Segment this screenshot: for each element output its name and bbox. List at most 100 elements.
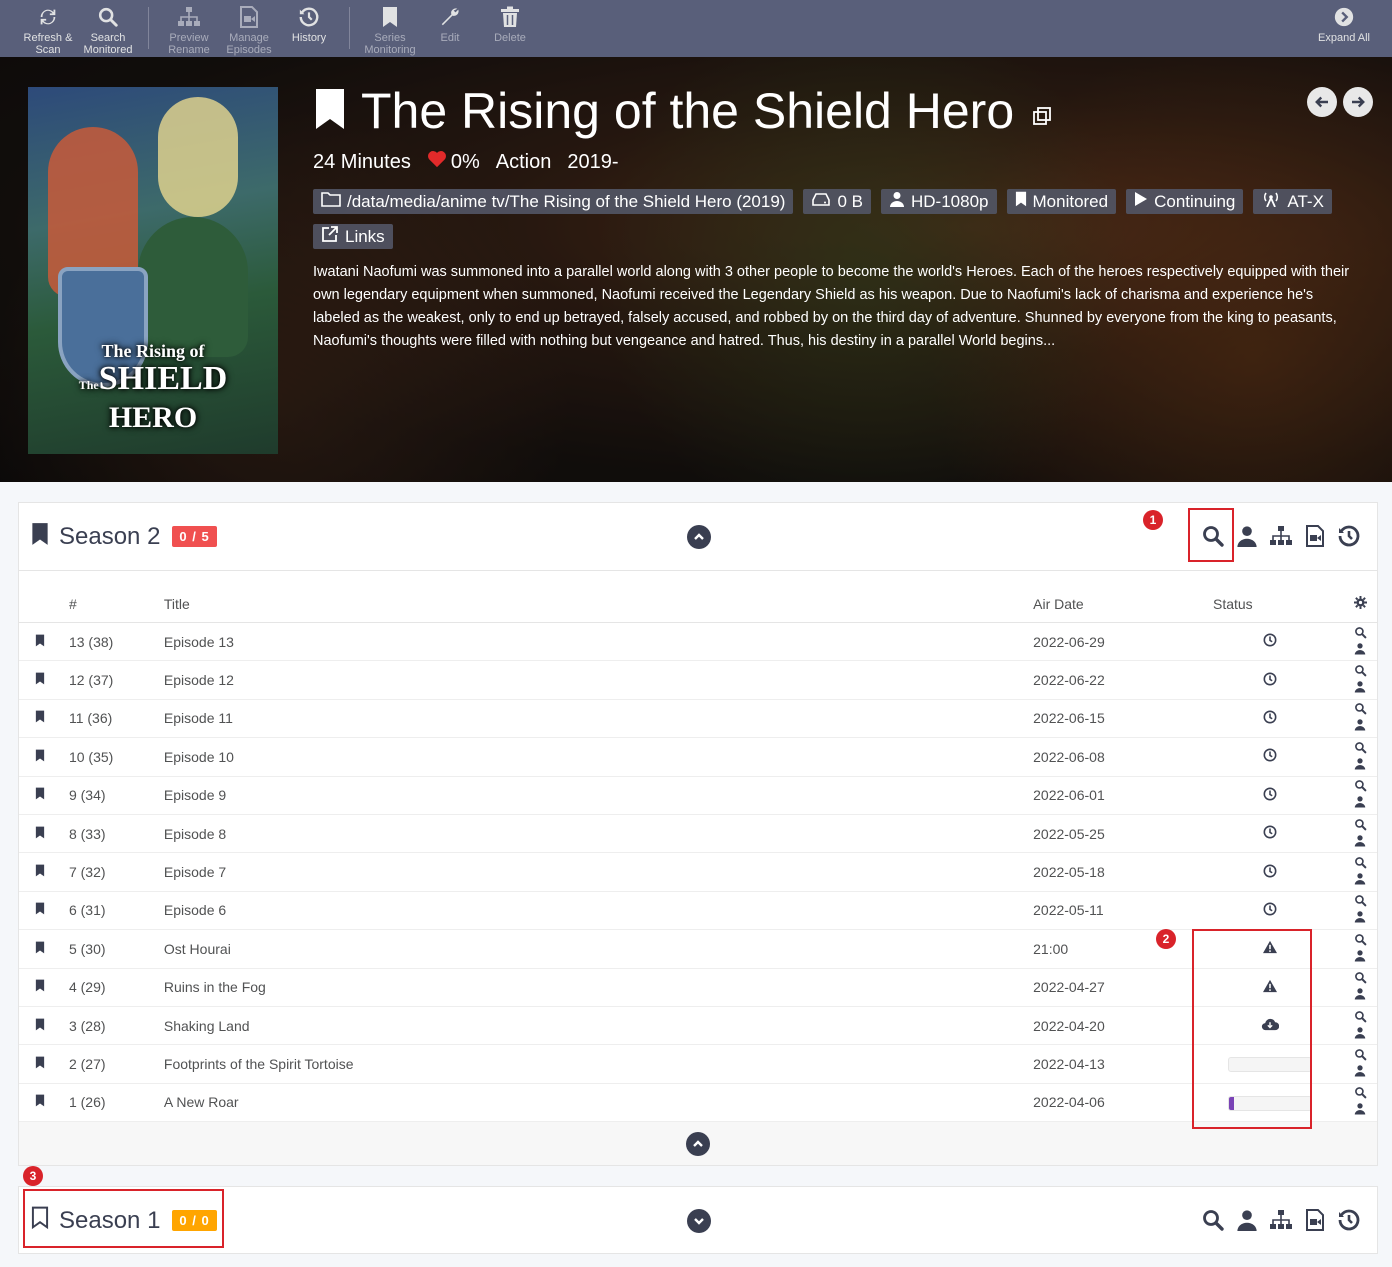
column-header-air-date[interactable]: Air Date	[1033, 570, 1213, 623]
episode-manual-search-user-icon[interactable]	[1354, 987, 1366, 1003]
episode-monitored-cell	[19, 622, 67, 662]
episode-search-icon[interactable]	[1354, 971, 1367, 987]
episode-monitored-bookmark-icon[interactable]	[35, 864, 45, 880]
episode-manual-search-user-icon[interactable]	[1354, 1102, 1366, 1118]
episode-actions	[1328, 1083, 1377, 1123]
column-header-title[interactable]: Title	[163, 570, 1034, 623]
episode-monitored-bookmark-icon[interactable]	[35, 979, 45, 995]
episode-search-icon[interactable]	[1354, 894, 1367, 910]
manage-episodes-button[interactable]: Manage Episodes	[219, 0, 279, 57]
episode-title[interactable]: Episode 9	[163, 776, 1034, 815]
episode-manual-search-user-icon[interactable]	[1354, 872, 1366, 888]
episode-search-icon[interactable]	[1354, 856, 1367, 872]
preview-rename-sitemap-icon[interactable]	[1269, 521, 1293, 551]
manual-search-user-icon[interactable]	[1235, 1205, 1259, 1235]
collapse-season-2-footer-button[interactable]	[686, 1131, 710, 1156]
previous-series-icon[interactable]	[1307, 87, 1337, 117]
episode-manual-search-user-icon[interactable]	[1354, 910, 1366, 926]
episode-actions	[1328, 852, 1377, 892]
delete-button[interactable]: Delete	[480, 0, 540, 57]
episode-manual-search-user-icon[interactable]	[1354, 1026, 1366, 1042]
episode-title[interactable]: Ost Hourai	[163, 929, 1034, 969]
episode-monitored-bookmark-icon[interactable]	[35, 672, 45, 688]
episode-search-icon[interactable]	[1354, 1048, 1367, 1064]
column-header-status[interactable]: Status	[1212, 570, 1328, 623]
episode-monitored-bookmark-icon[interactable]	[35, 1018, 45, 1034]
episode-search-icon[interactable]	[1354, 741, 1367, 757]
episode-manual-search-user-icon[interactable]	[1354, 680, 1366, 696]
manage-episodes-file-icon[interactable]	[1303, 521, 1327, 551]
episode-search-icon[interactable]	[1354, 1010, 1367, 1026]
episode-manual-search-user-icon[interactable]	[1354, 642, 1366, 658]
episode-air-date: 2022-05-18	[1033, 852, 1213, 892]
preview-rename-label: Preview Rename	[168, 32, 210, 56]
episode-search-icon[interactable]	[1354, 933, 1367, 949]
history-icon	[298, 4, 320, 30]
episode-manual-search-user-icon[interactable]	[1354, 949, 1366, 965]
monitored-bookmark-icon[interactable]	[313, 87, 347, 136]
episode-title[interactable]: Episode 6	[163, 891, 1034, 931]
episode-search-icon[interactable]	[1354, 779, 1367, 795]
genre: Action	[495, 150, 552, 173]
next-series-icon[interactable]	[1343, 87, 1373, 117]
episode-title[interactable]: A New Roar	[163, 1083, 1034, 1123]
episode-monitored-bookmark-icon[interactable]	[35, 1094, 45, 1110]
copy-icon[interactable]	[1032, 106, 1052, 131]
episode-manual-search-user-icon[interactable]	[1354, 1064, 1366, 1080]
episode-title[interactable]: Episode 11	[163, 699, 1034, 739]
expand-season-1-button[interactable]	[687, 1209, 711, 1233]
toolbar-separator	[349, 7, 350, 49]
user-icon	[889, 191, 905, 212]
episode-search-icon[interactable]	[1354, 626, 1367, 642]
episode-monitored-bookmark-icon[interactable]	[35, 787, 45, 803]
episode-title[interactable]: Ruins in the Fog	[163, 968, 1034, 1007]
episode-title[interactable]: Episode 10	[163, 737, 1034, 777]
refresh-scan-button[interactable]: Refresh & Scan	[18, 0, 78, 57]
episode-monitored-bookmark-icon[interactable]	[35, 1056, 45, 1072]
episode-number: 13 (38)	[66, 622, 164, 662]
episode-manual-search-user-icon[interactable]	[1354, 757, 1366, 773]
episode-monitored-bookmark-icon[interactable]	[35, 902, 45, 918]
collapse-season-2-button[interactable]	[687, 525, 711, 549]
preview-rename-button[interactable]: Preview Rename	[159, 0, 219, 57]
page-toolbar: Refresh & Scan Search Monitored Preview …	[0, 0, 1392, 57]
search-monitored-button[interactable]: Search Monitored	[78, 0, 138, 57]
episode-manual-search-user-icon[interactable]	[1354, 718, 1366, 734]
episode-air-date: 2022-04-27	[1033, 968, 1213, 1007]
episode-monitored-bookmark-icon[interactable]	[35, 710, 45, 726]
table-options-gear-icon[interactable]	[1354, 595, 1367, 612]
episode-title[interactable]: Shaking Land	[163, 1006, 1034, 1046]
refresh-icon	[37, 4, 59, 30]
links-label[interactable]: Links	[313, 224, 393, 249]
episode-title[interactable]: Footprints of the Spirit Tortoise	[163, 1044, 1034, 1084]
episode-title[interactable]: Episode 12	[163, 660, 1034, 700]
episode-manual-search-user-icon[interactable]	[1354, 795, 1366, 811]
season-history-icon[interactable]	[1337, 521, 1361, 551]
manual-search-user-icon[interactable]	[1235, 521, 1259, 551]
episode-monitored-bookmark-icon[interactable]	[35, 634, 45, 650]
manage-episodes-file-icon[interactable]	[1303, 1205, 1327, 1235]
episode-search-icon[interactable]	[1354, 1086, 1367, 1102]
episode-monitored-bookmark-icon[interactable]	[35, 749, 45, 765]
rating-value: 0%	[450, 150, 480, 173]
episode-title[interactable]: Episode 13	[163, 622, 1034, 662]
edit-button[interactable]: Edit	[420, 0, 480, 57]
expand-all-button[interactable]: Expand All	[1312, 0, 1376, 57]
series-labels: /data/media/anime tv/The Rising of the S…	[313, 189, 1353, 249]
preview-rename-sitemap-icon[interactable]	[1269, 1205, 1293, 1235]
episode-manual-search-user-icon[interactable]	[1354, 834, 1366, 850]
episode-search-icon[interactable]	[1354, 818, 1367, 834]
play-icon	[1134, 191, 1148, 212]
episode-search-icon[interactable]	[1354, 664, 1367, 680]
season-monitored-icon[interactable]	[31, 522, 49, 551]
history-button[interactable]: History	[279, 0, 339, 57]
column-header-number[interactable]: #	[66, 570, 164, 623]
episode-monitored-bookmark-icon[interactable]	[35, 941, 45, 957]
search-season-icon[interactable]	[1201, 1205, 1225, 1235]
episode-title[interactable]: Episode 8	[163, 814, 1034, 854]
episode-title[interactable]: Episode 7	[163, 852, 1034, 892]
episode-monitored-bookmark-icon[interactable]	[35, 826, 45, 842]
episode-search-icon[interactable]	[1354, 702, 1367, 718]
season-history-icon[interactable]	[1337, 1205, 1361, 1235]
series-monitoring-button[interactable]: Series Monitoring	[360, 0, 420, 57]
